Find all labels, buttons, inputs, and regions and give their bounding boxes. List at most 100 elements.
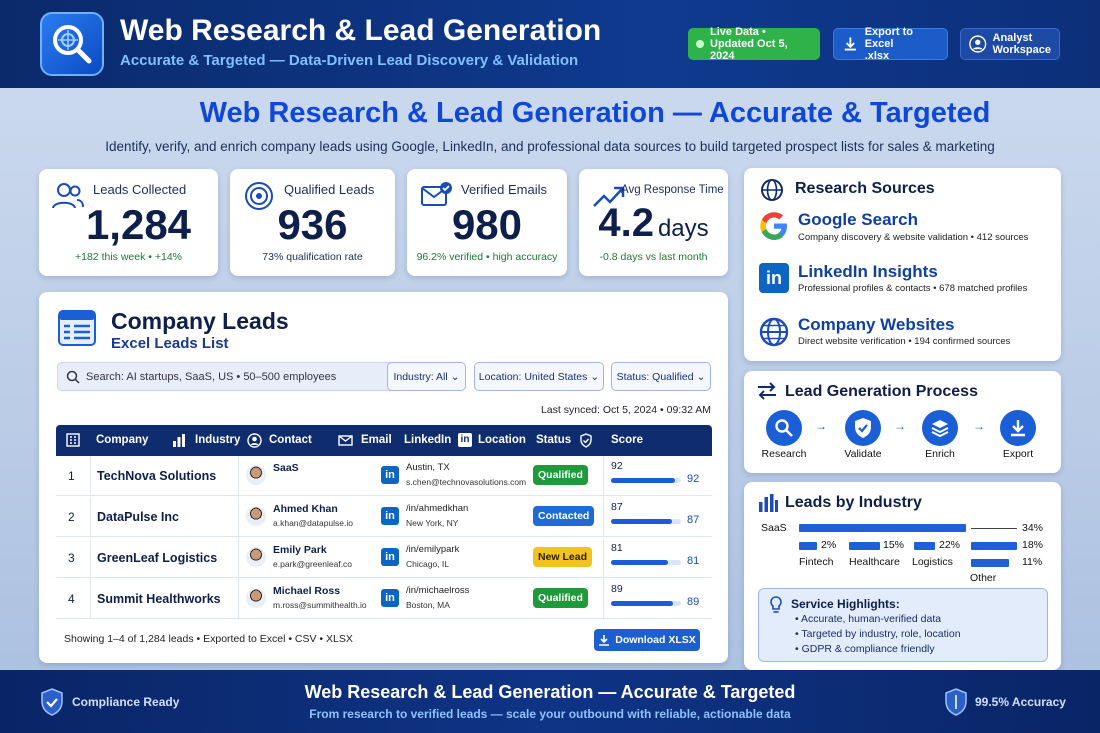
status-filter[interactable]: Status: Qualified ⌄ [611, 362, 711, 391]
linkedin-url[interactable]: /in/michaelross [406, 585, 469, 596]
location: New York, NY [406, 518, 459, 528]
source-name[interactable]: Company Websites [798, 315, 955, 335]
table-row[interactable]: 4 Summit Healthworks Michael Ross m.ross… [56, 579, 712, 619]
validate-step-icon[interactable] [845, 410, 881, 446]
live-dot-icon [696, 40, 704, 48]
row-number: 1 [68, 469, 75, 483]
column-header[interactable]: LinkedIn [404, 434, 451, 446]
enrich-step-icon[interactable] [922, 410, 958, 446]
bar-chart-icon [173, 434, 185, 447]
column-header[interactable]: Email [361, 434, 392, 446]
analyst-workspace-button[interactable]: Analyst Workspace [960, 28, 1060, 60]
location-filter-label: Location: United States [478, 370, 588, 383]
arrow-right-icon [971, 528, 1017, 529]
column-header[interactable]: Industry [195, 434, 240, 446]
download-label: Download XLSX [615, 634, 696, 646]
status-badge: Qualified [533, 465, 588, 485]
contact-email[interactable]: m.ross@summithealth.io [273, 600, 367, 610]
app-header: Web Research & Lead Generation Accurate … [0, 0, 1100, 88]
row-number: 4 [68, 592, 75, 606]
process-step-label: Export [1002, 448, 1034, 460]
accuracy-label: 99.5% Accuracy [975, 695, 1066, 709]
table-row[interactable]: 2 DataPulse Inc Ahmed Khan a.khan@datapu… [56, 497, 712, 537]
industry-label: Healthcare [849, 556, 900, 568]
table-header: Company Industry Contact Email LinkedIn … [56, 425, 712, 456]
score-bar [611, 478, 681, 483]
column-header[interactable]: Score [611, 434, 643, 446]
process-title: Lead Generation Process [785, 383, 978, 400]
company-name: Summit Healthworks [97, 592, 221, 606]
location: s.chen@technovasolutions.com [406, 477, 527, 487]
download-xlsx-button[interactable]: Download XLSX [594, 629, 700, 651]
contact-email[interactable]: a.khan@datapulse.io [273, 518, 353, 528]
company-leads-panel: Company Leads Excel Leads List Search: A… [39, 292, 728, 663]
linkedin-icon[interactable]: in [381, 589, 399, 607]
footer-subtitle: From research to verified leads — scale … [309, 707, 791, 721]
download-icon [599, 635, 610, 646]
score-value: 81 [611, 542, 623, 554]
industry-filter[interactable]: Industry: All ⌄ [387, 362, 466, 391]
shield-check-icon [580, 433, 592, 448]
stat-unit: days [657, 215, 709, 242]
workspace-label: Workspace [992, 44, 1052, 56]
process-step-label: Validate [844, 448, 882, 460]
column-header[interactable]: Location [478, 434, 526, 446]
building-icon [66, 433, 80, 447]
source-desc: Direct website verification • 194 confir… [798, 336, 1011, 347]
avatar [246, 547, 266, 567]
industry-label: Other [970, 572, 997, 584]
stat-value: 980 [451, 201, 523, 248]
linkedin-url[interactable]: /in/ahmedkhan [406, 503, 468, 514]
search-input[interactable]: Search: AI startups, SaaS, US • 50–500 e… [57, 362, 413, 391]
location-filter[interactable]: Location: United States ⌄ [474, 362, 604, 391]
industry-title: Leads by Industry [785, 494, 922, 511]
export-excel-button[interactable]: Export to Excel .xlsx [833, 26, 948, 62]
arrow-right-icon: → [973, 419, 985, 433]
stat-card-verified-emails: Verified Emails 980 96.2% verified • hig… [407, 169, 567, 276]
stat-label: Verified Emails [461, 182, 547, 197]
app-subtitle: Accurate & Targeted — Data-Driven Lead D… [120, 52, 579, 69]
source-name[interactable]: Google Search [798, 210, 918, 230]
linkedin-icon[interactable]: in [381, 548, 399, 566]
industry-label: Logistics [912, 556, 953, 568]
analyst-label: Analyst [992, 32, 1033, 44]
linkedin-url[interactable]: /in/emilypark [406, 544, 459, 555]
lightbulb-icon [770, 596, 782, 613]
arrow-right-icon: → [815, 419, 827, 433]
column-header[interactable]: Contact [269, 434, 312, 446]
column-header[interactable]: Company [96, 434, 148, 446]
column-header[interactable]: Status [536, 434, 571, 446]
stat-note: 73% qualification rate [262, 251, 363, 263]
lead-process-panel: Lead Generation Process Research → Valid… [744, 371, 1061, 473]
linkedin-icon[interactable]: in [381, 466, 399, 484]
contact-email[interactable]: e.park@greenleaf.co [273, 559, 352, 569]
live-data-button[interactable]: Live Data • Updated Oct 5, 2024 [688, 26, 820, 62]
table-row[interactable]: 3 GreenLeaf Logistics Emily Park e.park@… [56, 538, 712, 578]
leads-title: Company Leads [111, 308, 289, 334]
chevron-down-icon: ⌄ [590, 370, 600, 383]
service-highlights: Service Highlights: • Accurate, human-ve… [758, 588, 1048, 662]
avatar [246, 588, 266, 608]
industry-pct: 11% [1022, 556, 1043, 568]
contact-name: Michael Ross [273, 585, 341, 597]
stat-label: Qualified Leads [284, 182, 375, 197]
industry-label: Fintech [799, 556, 834, 568]
avatar [246, 465, 266, 485]
industry-bar [914, 542, 935, 550]
export-ext: .xlsx [864, 50, 890, 62]
stat-label: Leads Collected [93, 182, 187, 197]
score-bar [611, 601, 681, 606]
score-value: 89 [687, 596, 700, 608]
swap-arrows-icon [758, 382, 776, 400]
export-step-icon[interactable] [1000, 410, 1036, 446]
table-row[interactable]: 1 TechNova Solutions SaaS in Austin, TX … [56, 456, 712, 496]
industry-filter-label: Industry: All [393, 370, 448, 383]
linkedin-icon[interactable]: in [381, 507, 399, 525]
stat-label: Avg Response Time [621, 184, 724, 196]
user-circle-icon [969, 35, 987, 53]
research-step-icon[interactable] [766, 410, 802, 446]
status-filter-label: Status: Qualified [616, 370, 694, 383]
source-name[interactable]: LinkedIn Insights [798, 262, 938, 282]
linkedin-url[interactable]: Austin, TX [406, 462, 450, 473]
score-bar-fill [611, 601, 674, 606]
